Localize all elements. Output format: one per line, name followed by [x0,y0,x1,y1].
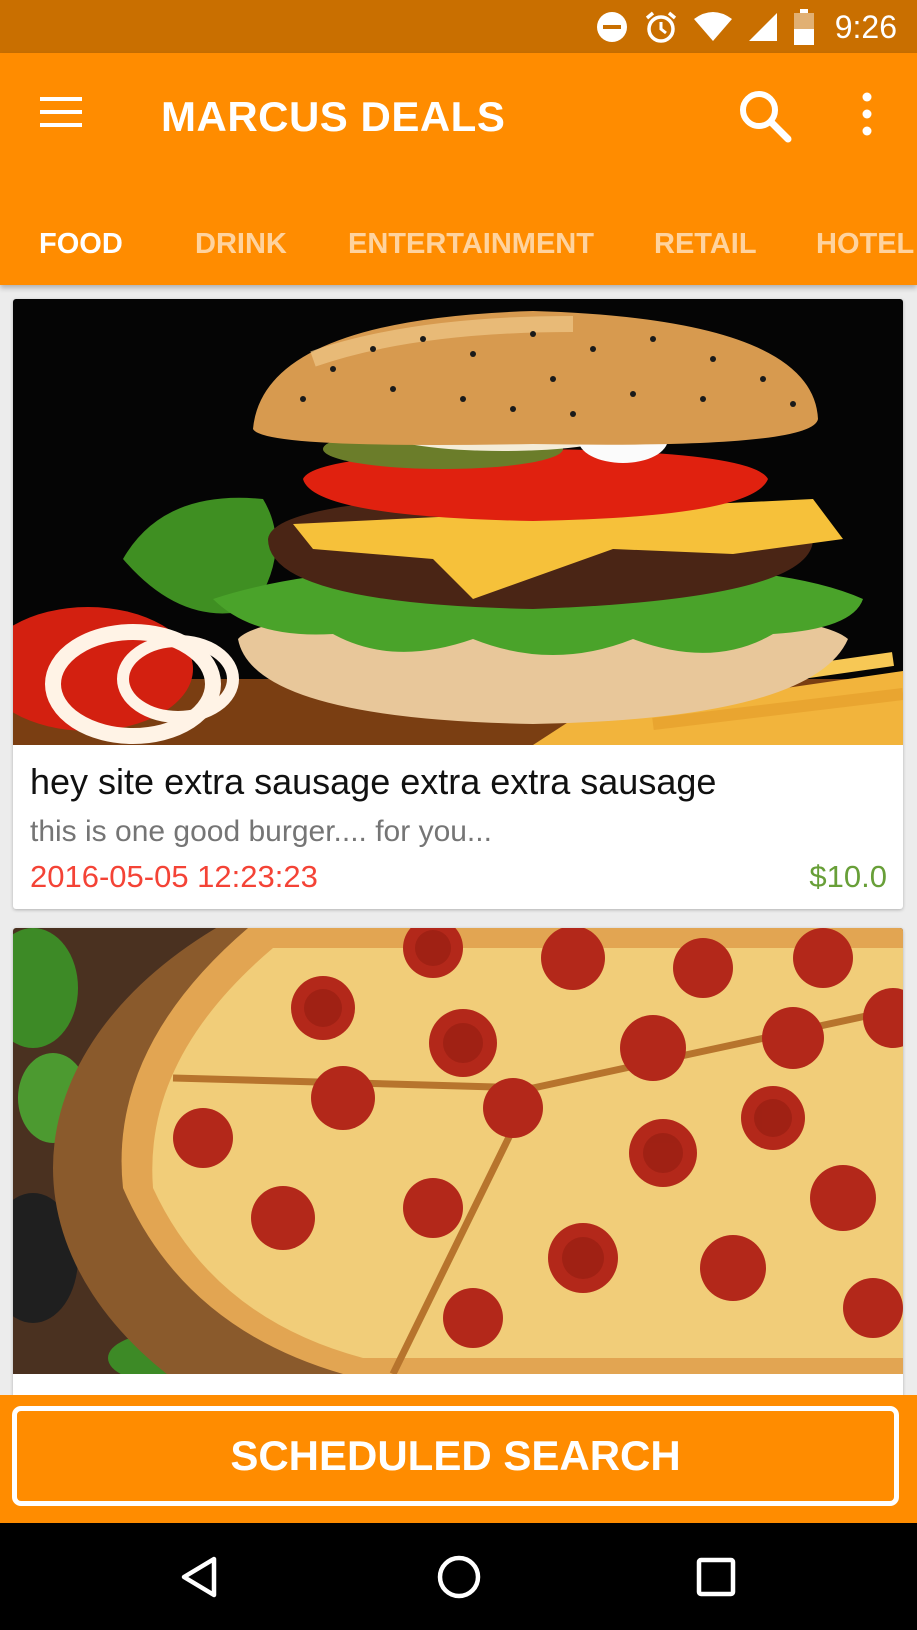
navigation-bar [0,1523,917,1630]
back-icon[interactable] [174,1549,230,1605]
tab-drink[interactable]: DRINK [195,203,287,285]
deal-description: this is one good burger.... for you... [30,815,492,848]
scheduled-search-button[interactable]: SCHEDULED SEARCH [12,1406,899,1506]
deal-card[interactable] [13,928,903,1428]
burger-photo [13,299,903,745]
app-title: MARCUS DEALS [161,93,506,140]
tab-retail[interactable]: RETAIL [654,203,757,285]
menu-icon[interactable] [38,89,84,135]
app-bar: MARCUS DEALS FOOD DRINK ENTERTAINMENT RE… [0,53,917,285]
battery-icon [793,9,814,45]
deal-card[interactable]: hey site extra sausage extra extra sausa… [13,299,903,909]
status-bar: 9:26 [0,0,917,53]
status-icons: 9:26 [595,8,897,46]
deal-title: hey site extra sausage extra extra sausa… [30,761,717,802]
category-tabs: FOOD DRINK ENTERTAINMENT RETAIL HOTEL [0,203,917,285]
clock: 9:26 [834,8,897,45]
recents-icon[interactable] [688,1549,744,1605]
search-icon[interactable] [736,87,792,143]
alarm-icon [645,11,676,43]
bottom-panel: SCHEDULED SEARCH [0,1395,917,1523]
tab-entertainment[interactable]: ENTERTAINMENT [348,203,594,285]
wifi-icon [693,12,732,41]
do-not-disturb-icon [596,12,627,42]
tab-food[interactable]: FOOD [39,203,123,285]
pepperoni-pizza-photo [13,928,903,1374]
deal-price: $10.0 [809,859,887,894]
more-vert-icon[interactable] [852,89,882,139]
deal-date: 2016-05-05 12:23:23 [30,859,318,894]
tab-hotel[interactable]: HOTEL [816,203,914,285]
signal-icon [748,13,777,41]
home-icon[interactable] [431,1549,487,1605]
